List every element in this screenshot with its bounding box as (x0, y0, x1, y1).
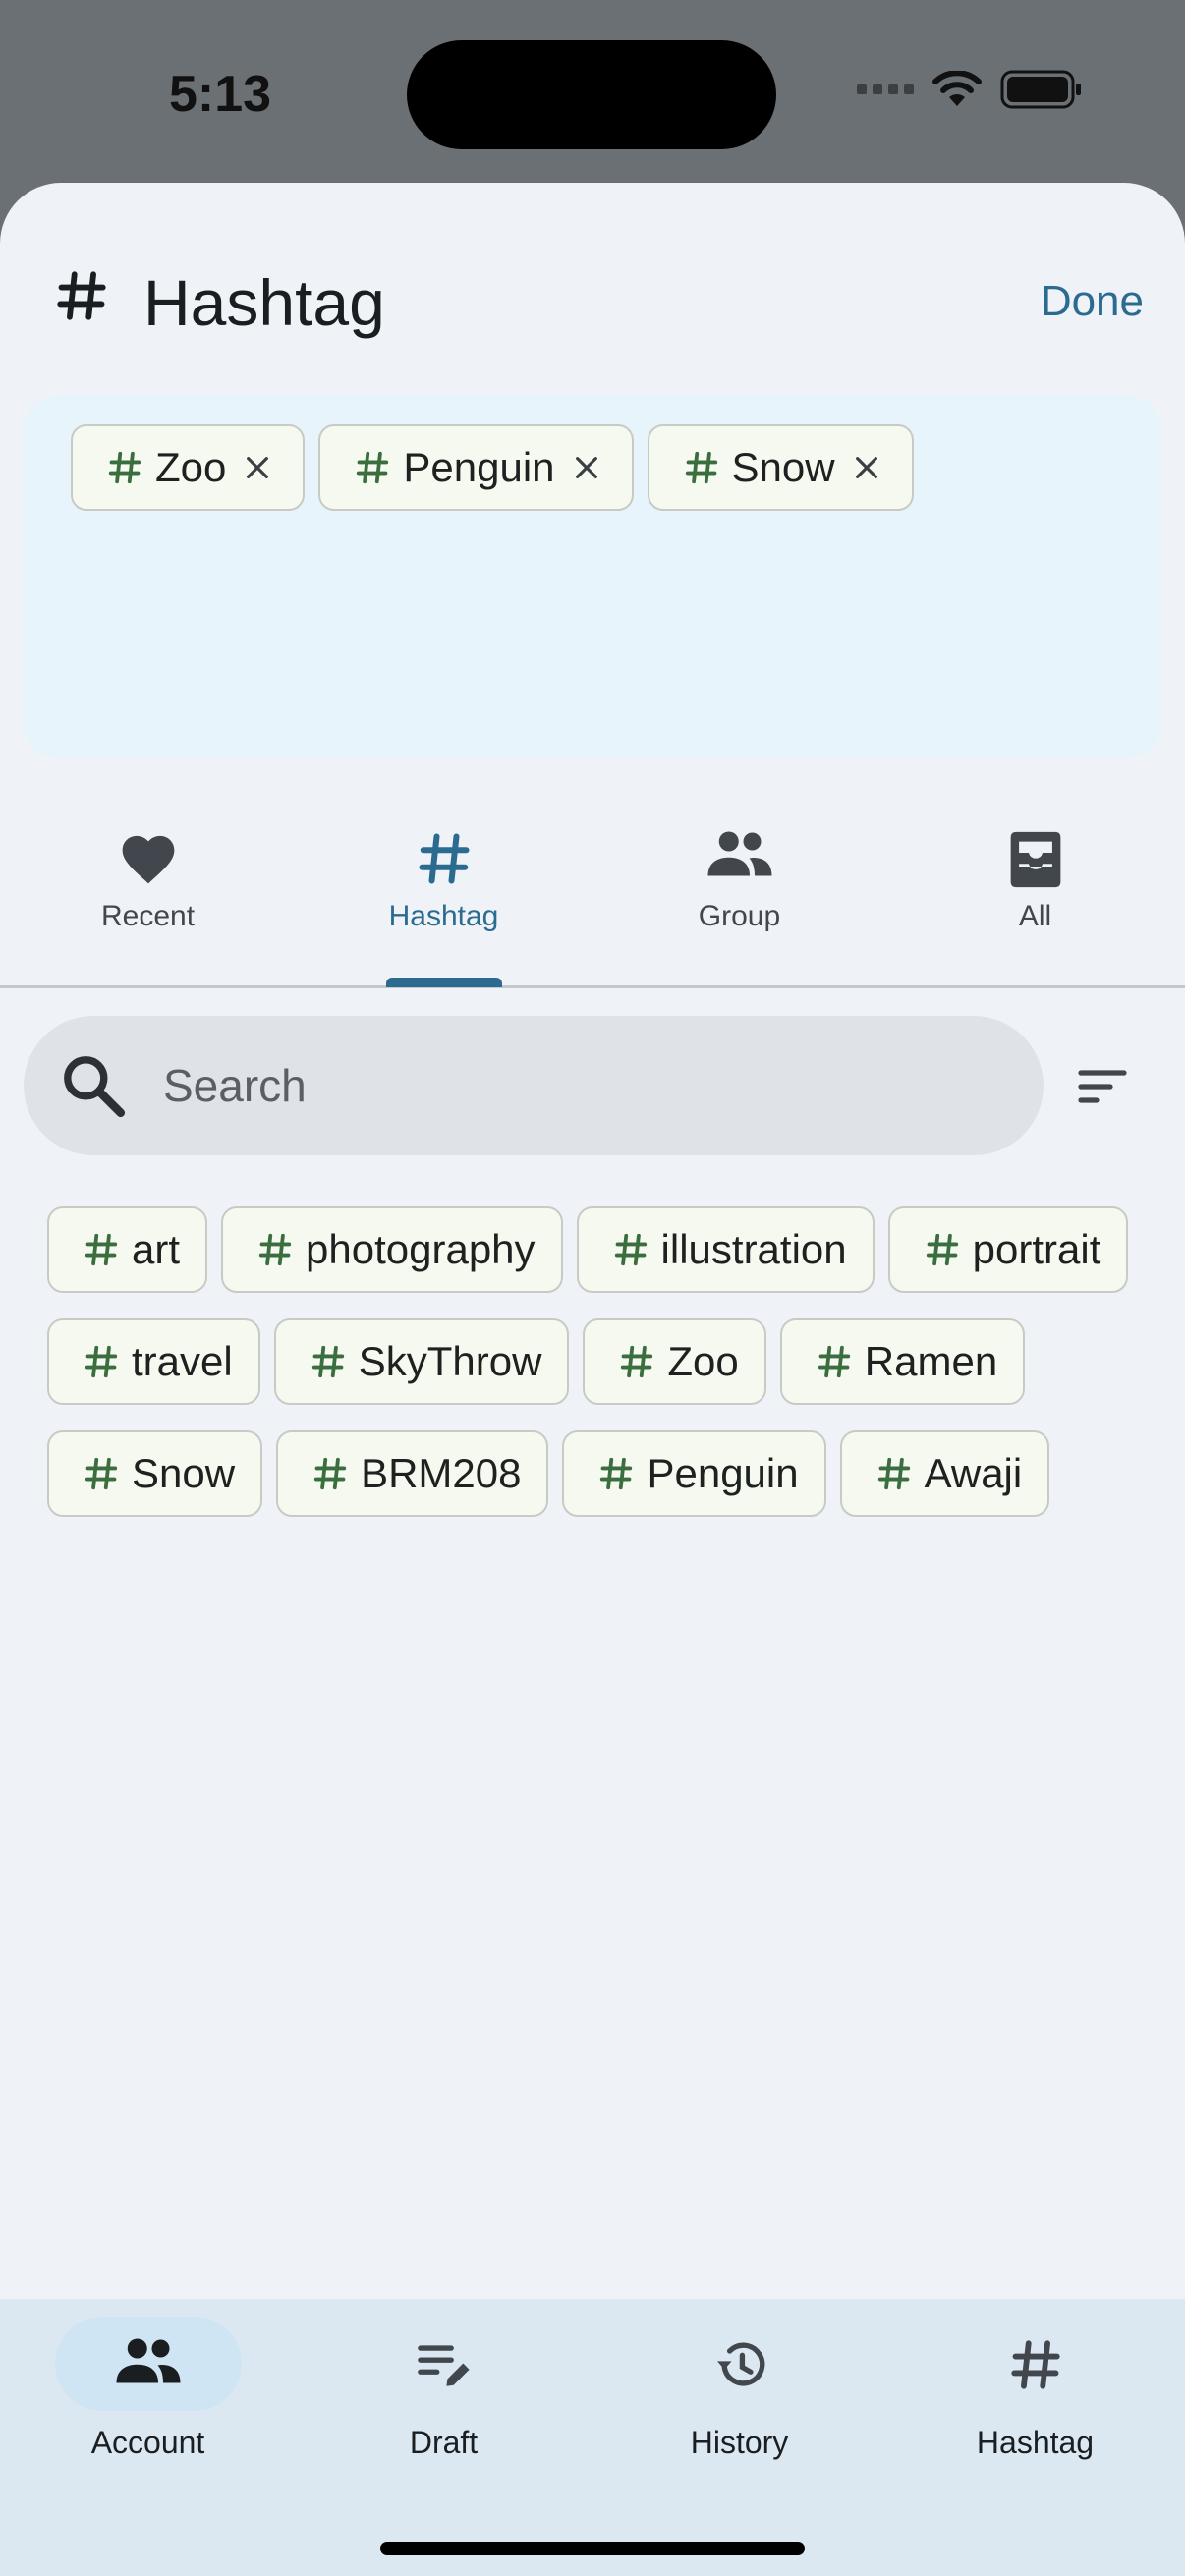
hashtag-icon (106, 449, 143, 486)
nav-account[interactable]: Account (0, 2299, 296, 2525)
chip-label: SkyThrow (358, 1338, 542, 1384)
nav-label: Hashtag (976, 2425, 1095, 2460)
tab-all[interactable]: All (887, 792, 1183, 985)
close-icon[interactable] (242, 452, 273, 483)
chip-label: art (132, 1226, 181, 1272)
tab-label: All (1018, 900, 1052, 932)
nav-label: Account (90, 2425, 205, 2460)
chip-label: Ramen (864, 1338, 998, 1384)
chip-label: illustration (660, 1226, 847, 1272)
chip-label: Awaji (924, 1450, 1023, 1496)
nav-draft[interactable]: Draft (296, 2299, 592, 2525)
tab-indicator (386, 978, 502, 987)
hashtag-icon (597, 1455, 635, 1492)
draft-icon (417, 2345, 470, 2386)
hashtag-icon (924, 1231, 961, 1268)
hashtag-chip[interactable]: Penguin (562, 1430, 826, 1517)
nav-hashtag[interactable]: Hashtag (887, 2299, 1183, 2525)
hashtag-chip[interactable]: travel (47, 1318, 260, 1405)
dynamic-island (407, 40, 776, 149)
hashtag-chip[interactable]: Zoo (583, 1318, 766, 1405)
account-icon (116, 2338, 180, 2383)
hashtag-chip[interactable]: BRM208 (276, 1430, 549, 1517)
hashtag-icon (1007, 2336, 1064, 2393)
hashtag-chip[interactable]: Snow (47, 1430, 263, 1517)
selected-tag-chip[interactable]: Penguin (318, 424, 634, 511)
done-button[interactable]: Done (1041, 277, 1144, 326)
hashtag-icon (618, 1343, 655, 1380)
tab-label: Hashtag (388, 900, 499, 932)
hashtag-icon (83, 1343, 120, 1380)
hashtag-icon (415, 829, 474, 888)
hashtag-icon (875, 1455, 913, 1492)
chip-label: photography (306, 1226, 536, 1272)
sheet-header: Hashtag Done (0, 183, 1185, 379)
wifi-icon (932, 71, 982, 106)
hashtag-sheet: Hashtag Done Zoo Penguin Snow Recent Has… (0, 183, 1185, 2576)
hashtag-icon (310, 1343, 347, 1380)
screen: 5:13 Hashtag Done Zoo Penguin Snow Recen… (0, 0, 1185, 2576)
chip-label: portrait (972, 1226, 1101, 1272)
tab-group[interactable]: Group (592, 792, 887, 985)
hashtag-icon (256, 1231, 294, 1268)
category-tabs: Recent Hashtag Group All (0, 792, 1185, 988)
heart-icon (122, 835, 174, 884)
page-title: Hashtag (143, 266, 385, 339)
selected-tag-chip[interactable]: Snow (647, 424, 914, 511)
selected-tag-chip[interactable]: Zoo (71, 424, 306, 511)
selected-tags-area: Zoo Penguin Snow (24, 395, 1161, 758)
search-icon (64, 1056, 126, 1118)
tab-label: Group (698, 900, 781, 932)
chip-label: BRM208 (361, 1450, 522, 1496)
hashtag-icon (612, 1231, 649, 1268)
search-bar[interactable] (24, 1016, 1044, 1155)
hashtag-chip[interactable]: portrait (887, 1206, 1129, 1293)
chip-label: Penguin (403, 444, 555, 490)
hashtag-chip[interactable]: photography (221, 1206, 563, 1293)
group-icon (707, 831, 771, 876)
hashtag-icon (683, 449, 720, 486)
tab-label: Recent (100, 900, 196, 932)
hashtag-chip[interactable]: illustration (576, 1206, 875, 1293)
bottom-navigation: Account Draft History Hashtag (0, 2299, 1185, 2576)
hashtag-icon (816, 1343, 853, 1380)
hashtag-icon (83, 1231, 120, 1268)
tab-recent[interactable]: Recent (0, 792, 296, 985)
sort-icon[interactable] (1077, 1063, 1128, 1110)
chip-label: Zoo (667, 1338, 739, 1384)
hashtag-icon (354, 449, 391, 486)
hashtag-chip[interactable]: art (47, 1206, 208, 1293)
close-icon[interactable] (571, 452, 602, 483)
cellular-icon (857, 84, 914, 94)
hashtag-list: art photography illustration portrait tr… (47, 1206, 1148, 1517)
battery-icon (1000, 70, 1081, 109)
chip-label: travel (132, 1338, 233, 1384)
status-icons (857, 69, 1083, 110)
nav-label: Draft (409, 2425, 479, 2460)
status-time: 5:13 (169, 66, 272, 123)
search-input[interactable] (163, 1059, 949, 1112)
nav-history[interactable]: History (592, 2299, 887, 2525)
history-icon (716, 2342, 764, 2386)
chip-label: Snow (731, 444, 835, 490)
hashtag-icon (53, 267, 110, 324)
chip-label: Zoo (155, 444, 227, 490)
hashtag-chip[interactable]: Ramen (779, 1318, 1026, 1405)
hashtag-chip[interactable]: SkyThrow (273, 1318, 570, 1405)
close-icon[interactable] (851, 452, 882, 483)
tab-hashtag[interactable]: Hashtag (296, 792, 592, 985)
chip-label: Snow (132, 1450, 236, 1496)
hashtag-icon (83, 1455, 120, 1492)
inbox-icon (1010, 831, 1060, 888)
hashtag-icon (311, 1455, 349, 1492)
nav-label: History (690, 2425, 789, 2460)
home-indicator (380, 2542, 805, 2555)
chip-label: Penguin (647, 1450, 799, 1496)
hashtag-chip[interactable]: Awaji (839, 1430, 1050, 1517)
